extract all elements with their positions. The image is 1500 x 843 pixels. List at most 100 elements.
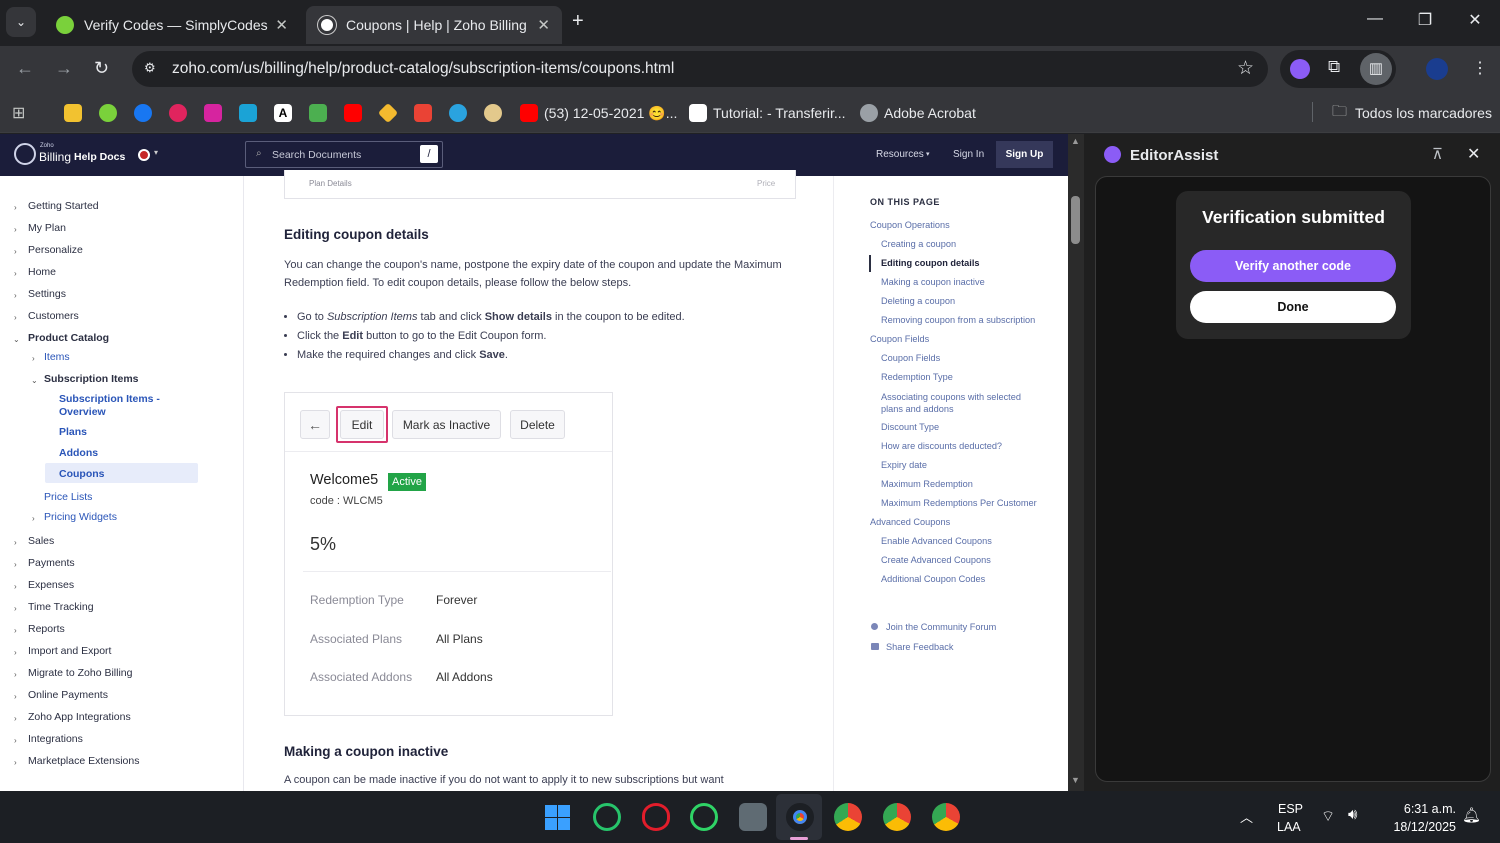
clock-date[interactable]: 18/12/2025 <box>1380 820 1456 834</box>
whatsapp-icon[interactable] <box>690 803 718 831</box>
toc-link[interactable]: Coupon Fields <box>870 334 929 344</box>
toc-link[interactable]: Creating a coupon <box>881 239 956 249</box>
nav-item[interactable]: Marketplace Extensions <box>28 755 139 767</box>
nav-personalize[interactable]: Personalize <box>28 244 83 256</box>
toc-link[interactable]: Removing coupon from a subscription <box>881 315 1035 325</box>
toc-link[interactable]: How are discounts deducted? <box>881 441 1002 451</box>
toc-link[interactable]: Enable Advanced Coupons <box>881 536 992 546</box>
resources-menu[interactable]: Resources <box>876 149 924 160</box>
bookmark-star-icon[interactable]: ☆ <box>1237 57 1254 80</box>
tab-verify-codes[interactable]: Verify Codes — SimplyCodes ✕ <box>44 6 300 44</box>
nav-item[interactable]: Reports <box>28 623 65 635</box>
nav-pricing-widgets[interactable]: Pricing Widgets <box>44 511 117 523</box>
volume-icon[interactable]: 🔊︎ <box>1348 806 1357 823</box>
toc-link[interactable]: Advanced Coupons <box>870 517 950 527</box>
bookmark-icon-6[interactable] <box>239 103 257 123</box>
share-feedback-link[interactable]: Share Feedback <box>886 642 953 652</box>
toc-link[interactable]: Discount Type <box>881 422 939 432</box>
reload-icon[interactable]: ↻ <box>94 58 109 79</box>
scrollbar-thumb[interactable] <box>1071 196 1080 244</box>
nav-items[interactable]: Items <box>44 351 70 363</box>
bookmark-icon-4[interactable] <box>169 103 187 123</box>
opera-icon[interactable] <box>642 803 670 831</box>
site-info-icon[interactable]: ⚙ <box>144 60 156 76</box>
sign-in-link[interactable]: Sign In <box>953 149 984 160</box>
tray-chevron-up-icon[interactable]: ︿ <box>1240 807 1253 826</box>
nav-coupons[interactable]: Coupons <box>59 468 105 480</box>
tab-coupons-help[interactable]: Coupons | Help | Zoho Billing ✕ <box>306 6 562 44</box>
pin-icon[interactable]: ⊼ <box>1432 145 1443 163</box>
nav-item[interactable]: Time Tracking <box>28 601 94 613</box>
chrome-profile-icon[interactable] <box>834 803 862 831</box>
nav-my-plan[interactable]: My Plan <box>28 222 66 234</box>
toc-link[interactable]: Create Advanced Coupons <box>881 555 991 565</box>
facebook-icon[interactable] <box>134 103 152 123</box>
close-window-icon[interactable]: ✕ <box>1460 10 1490 30</box>
upwork-icon[interactable] <box>593 803 621 831</box>
editorassist-extension-icon[interactable] <box>1290 59 1310 79</box>
nav-settings[interactable]: Settings <box>28 288 66 300</box>
close-icon[interactable]: ✕ <box>275 16 288 34</box>
close-icon[interactable]: ✕ <box>537 16 550 34</box>
toc-link[interactable]: Deleting a coupon <box>881 296 955 306</box>
nav-item[interactable]: Import and Export <box>28 645 111 657</box>
nav-item[interactable]: Migrate to Zoho Billing <box>28 667 132 679</box>
side-panel-icon[interactable]: ▥ <box>1360 53 1392 85</box>
menu-kebab-icon[interactable]: ⋮ <box>1472 58 1488 78</box>
toc-link[interactable]: Coupon Fields <box>881 353 940 363</box>
nav-addons[interactable]: Addons <box>59 447 98 459</box>
instagram-icon[interactable] <box>204 103 222 123</box>
chevron-down-icon[interactable]: ▾ <box>154 148 158 157</box>
notification-bell-icon[interactable]: 🔔︎ <box>1462 806 1481 824</box>
join-community-link[interactable]: Join the Community Forum <box>886 622 996 632</box>
us-flag-icon[interactable] <box>138 149 150 161</box>
language-indicator[interactable]: ESP <box>1278 802 1303 816</box>
bookmark-icon-2[interactable] <box>99 103 117 123</box>
toc-link[interactable]: Maximum Redemptions Per Customer <box>881 498 1037 508</box>
nav-item[interactable]: Online Payments <box>28 689 108 701</box>
windows-start-icon[interactable] <box>545 805 570 830</box>
toc-link[interactable]: Expiry date <box>881 460 927 470</box>
forward-icon[interactable]: → <box>55 58 73 79</box>
wifi-icon[interactable]: ⌔ <box>1321 807 1335 826</box>
extensions-puzzle-icon[interactable]: ⧉ <box>1328 57 1340 77</box>
toc-link[interactable]: Making a coupon inactive <box>881 277 985 287</box>
chrome-profile-icon[interactable] <box>883 803 911 831</box>
youtube-icon[interactable] <box>344 103 362 123</box>
url-text[interactable]: zoho.com/us/billing/help/product-catalog… <box>172 60 674 78</box>
back-icon[interactable]: ← <box>16 58 34 79</box>
toc-link[interactable]: Associating coupons with selected plans … <box>881 391 1041 415</box>
search-documents-input[interactable]: ⌕ Search Documents / <box>245 141 443 168</box>
done-button[interactable]: Done <box>1190 291 1396 323</box>
chrome-profile-icon[interactable] <box>932 803 960 831</box>
clock-time[interactable]: 6:31 a.m. <box>1380 802 1456 816</box>
toc-link[interactable]: Maximum Redemption <box>881 479 973 489</box>
nav-item[interactable]: Payments <box>28 557 75 569</box>
bookmark-icon-13[interactable] <box>484 103 502 123</box>
nav-home[interactable]: Home <box>28 266 56 278</box>
bookmark-adobe[interactable]: Adobe Acrobat <box>860 103 976 123</box>
chrome-icon[interactable] <box>786 803 814 831</box>
nav-item[interactable]: Zoho App Integrations <box>28 711 131 723</box>
bookmark-icon-7[interactable]: A <box>274 103 292 123</box>
profile-avatar[interactable] <box>1426 58 1448 80</box>
new-tab-button[interactable]: + <box>572 10 584 33</box>
sign-up-button[interactable]: Sign Up <box>996 141 1053 168</box>
keyboard-layout-indicator[interactable]: LAA <box>1277 820 1301 834</box>
nav-plans[interactable]: Plans <box>59 426 87 438</box>
nav-product-catalog[interactable]: Product Catalog <box>28 332 109 344</box>
all-bookmarks-folder[interactable]: 🗀 Todos los marcadores <box>1332 103 1492 123</box>
gmail-icon[interactable] <box>414 103 432 123</box>
bookmark-tutorial[interactable]: Tutorial: - Transferir... <box>689 103 846 123</box>
telegram-icon[interactable] <box>449 103 467 123</box>
toc-link[interactable]: Additional Coupon Codes <box>881 574 985 584</box>
nav-item[interactable]: Expenses <box>28 579 74 591</box>
nav-subscription-overview[interactable]: Subscription Items - Overview <box>59 393 169 419</box>
nav-customers[interactable]: Customers <box>28 310 79 322</box>
toc-link[interactable]: Coupon Operations <box>870 220 950 230</box>
toc-link[interactable]: Redemption Type <box>881 372 953 382</box>
nav-item[interactable]: Sales <box>28 535 54 547</box>
app-icon[interactable] <box>739 803 767 831</box>
tab-search-button[interactable]: ⌄ <box>6 7 36 37</box>
bookmark-icon-8[interactable] <box>309 103 327 123</box>
